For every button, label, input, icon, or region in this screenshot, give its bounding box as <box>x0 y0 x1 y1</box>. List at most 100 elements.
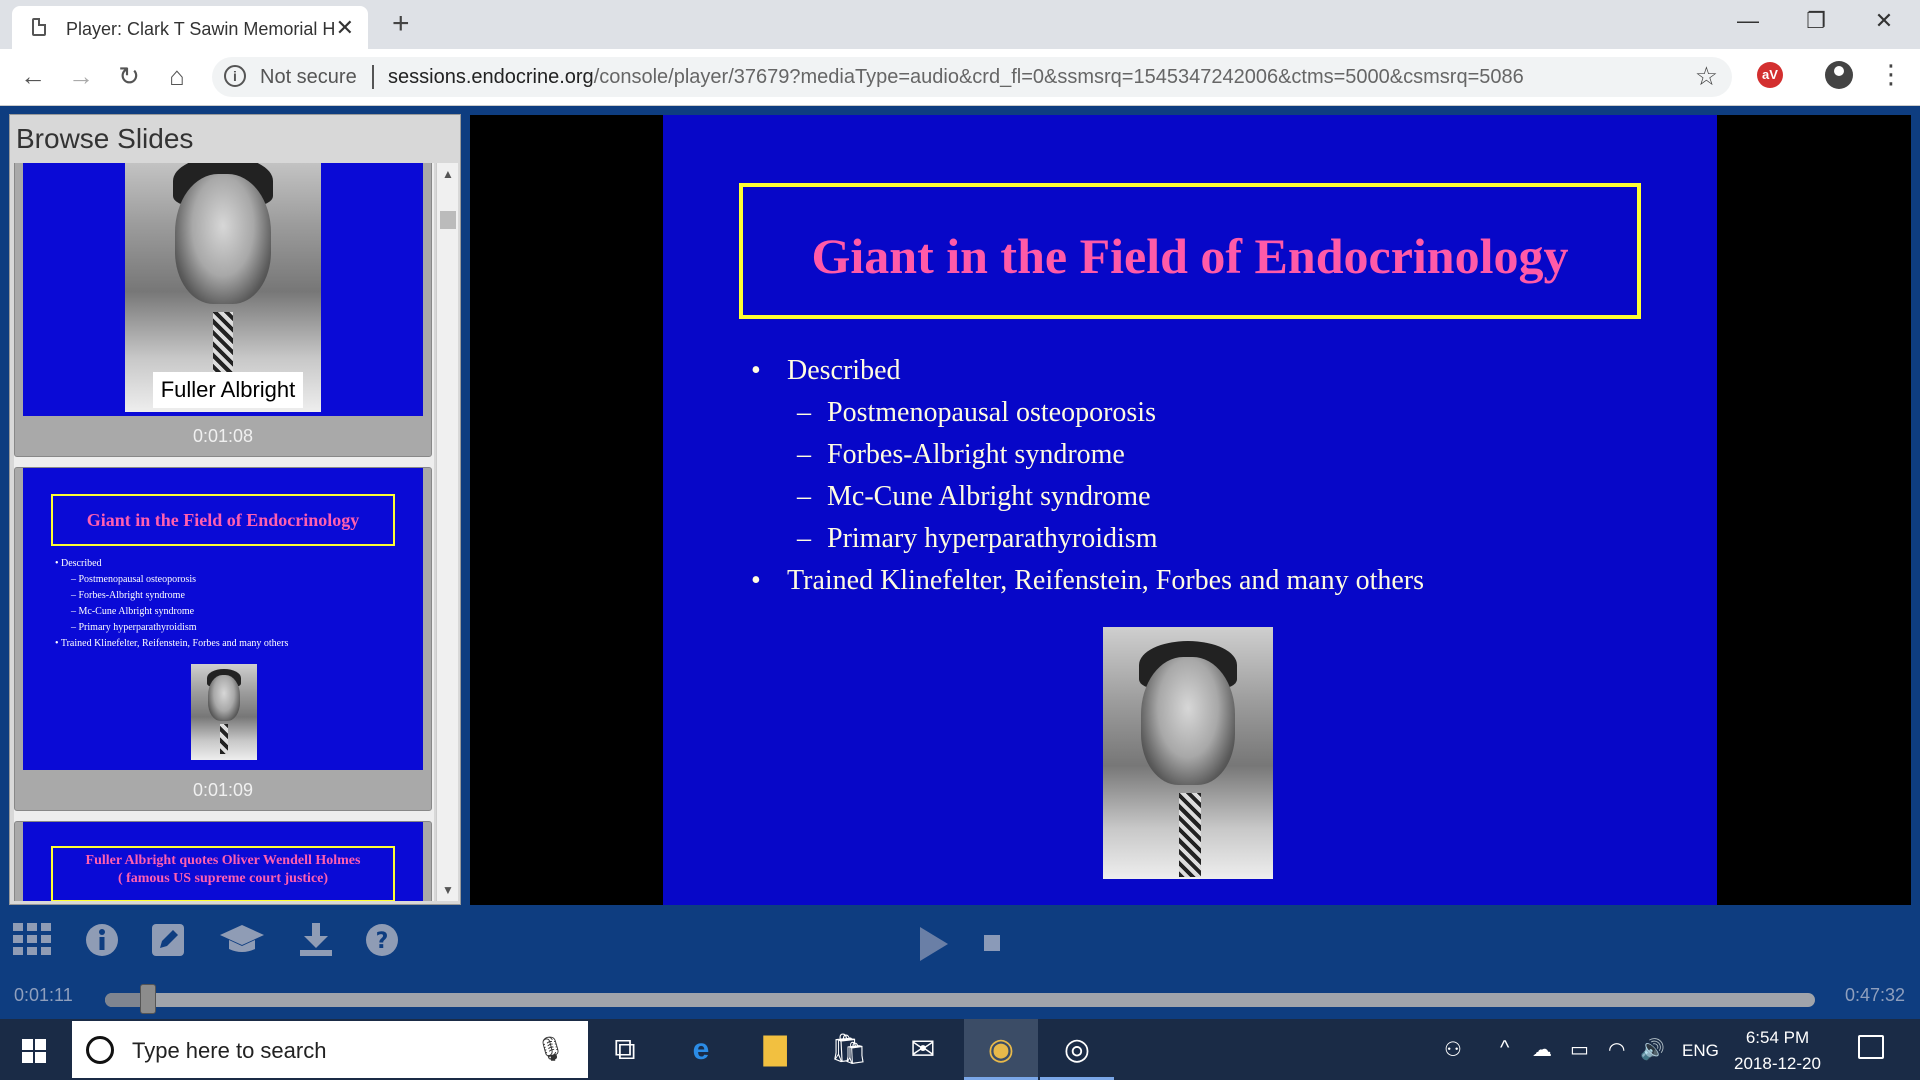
language-indicator[interactable]: ENG <box>1682 1041 1719 1061</box>
scrollbar-thumb[interactable] <box>440 211 456 229</box>
site-info-icon[interactable]: i <box>224 65 246 87</box>
forward-button[interactable]: → <box>64 61 98 92</box>
mail-icon[interactable]: ✉ <box>886 1019 960 1080</box>
profile-avatar-icon[interactable] <box>1825 61 1853 89</box>
current-slide: Giant in the Field of Endocrinology • De… <box>663 115 1717 905</box>
dash-mark: – <box>797 523 811 554</box>
svg-text:?: ? <box>376 929 389 954</box>
volume-icon[interactable]: 🔊 <box>1640 1037 1665 1062</box>
taskbar-clock[interactable]: 6:54 PM 2018-12-20 <box>1734 1025 1821 1077</box>
sub-bullet-text: Postmenopausal osteoporosis <box>827 397 1156 428</box>
thumbnail-scrollbar[interactable]: ▲ ▼ <box>436 163 458 901</box>
slide-thumbnail[interactable]: Giant in the Field of Endocrinology • De… <box>14 467 432 811</box>
thumbnail-slide-image: Giant in the Field of Endocrinology • De… <box>23 468 423 770</box>
browser-toolbar: ← → ↻ ⌂ i Not secure sessions.endocrine.… <box>0 49 1920 106</box>
extension-icon[interactable]: aV <box>1757 62 1783 88</box>
address-bar[interactable]: i Not secure sessions.endocrine.org/cons… <box>212 57 1732 97</box>
browse-slides-title: Browse Slides <box>16 123 194 154</box>
action-center-icon[interactable] <box>1858 1035 1884 1059</box>
address-separator <box>372 65 374 89</box>
dash-mark: – <box>797 397 811 428</box>
tab-close-icon[interactable]: ✕ <box>336 15 354 41</box>
slide-thumbnail[interactable]: Fuller Albright 0:01:08 <box>14 163 432 457</box>
bullet-mark: • <box>751 355 761 386</box>
thumbnail-slide-image: Fuller Albright <box>23 163 423 416</box>
start-button[interactable] <box>22 1039 46 1063</box>
restore-button[interactable]: ❐ <box>1796 8 1836 34</box>
thumbnail-slide-title: Giant in the Field of Endocrinology <box>51 494 395 546</box>
media-player: Browse Slides Fuller Albright 0:01:08 Gi… <box>0 107 1920 1019</box>
slide-title: Giant in the Field of Endocrinology <box>811 228 1569 284</box>
back-button[interactable]: ← <box>16 61 50 92</box>
stop-button[interactable] <box>984 935 1000 951</box>
play-button[interactable] <box>920 927 948 961</box>
groove-music-icon[interactable]: ◎ <box>1040 1019 1114 1080</box>
slide-thumbnail-list[interactable]: Fuller Albright 0:01:08 Giant in the Fie… <box>14 163 434 901</box>
help-icon[interactable]: ? <box>362 923 402 963</box>
home-button[interactable]: ⌂ <box>160 61 194 92</box>
browse-slides-panel: Browse Slides Fuller Albright 0:01:08 Gi… <box>9 114 461 905</box>
tab-title: Player: Clark T Sawin Memorial H <box>66 19 336 39</box>
clock-time: 6:54 PM <box>1745 1028 1810 1047</box>
browser-menu-icon[interactable]: ⋮ <box>1878 59 1904 90</box>
download-icon[interactable] <box>296 923 336 963</box>
portrait-photo <box>191 664 257 760</box>
dash-mark: – <box>797 439 811 470</box>
thumbnail-caption: Fuller Albright <box>153 372 303 408</box>
taskbar-search-box[interactable]: Type here to search 🎙 <box>72 1021 588 1078</box>
wifi-icon[interactable]: ◠ <box>1608 1037 1625 1062</box>
progress-handle[interactable] <box>139 984 156 1014</box>
reload-button[interactable]: ↻ <box>112 61 146 92</box>
battery-icon[interactable]: ▭ <box>1570 1037 1589 1062</box>
microphone-icon[interactable]: 🎙 <box>536 1035 566 1064</box>
thumbnail-bullet: – Postmenopausal osteoporosis <box>71 574 196 585</box>
edge-icon[interactable]: e <box>664 1019 738 1080</box>
scroll-down-arrow-icon[interactable]: ▼ <box>437 883 459 897</box>
bullet-text: Described <box>787 355 901 386</box>
edit-icon[interactable] <box>148 923 188 963</box>
chrome-icon[interactable]: ◉ <box>964 1019 1038 1080</box>
browser-tab-strip: Player: Clark T Sawin Memorial H ✕ + — ❐… <box>0 0 1920 49</box>
bullet-mark: • <box>751 565 761 596</box>
minimize-button[interactable]: — <box>1728 8 1768 34</box>
store-icon[interactable]: 🛍 <box>812 1019 886 1080</box>
thumbnail-time: 0:01:09 <box>192 780 254 800</box>
thumbnail-slide-bullets: • Described – Postmenopausal osteoporosi… <box>55 556 288 652</box>
thumbnail-time: 0:01:08 <box>192 426 254 446</box>
slide-thumbnail[interactable]: Fuller Albright quotes Oliver Wendell Ho… <box>14 821 432 901</box>
grid-icon[interactable] <box>12 923 52 963</box>
scroll-up-arrow-icon[interactable]: ▲ <box>437 167 459 181</box>
new-tab-button[interactable]: + <box>392 7 410 41</box>
thumbnail-title-line: Fuller Albright quotes Oliver Wendell Ho… <box>85 853 361 868</box>
document-icon <box>32 18 46 36</box>
player-controls: ? 0:01:11 0:47:32 <box>0 905 1920 1019</box>
thumbnail-bullet: • Trained Klinefelter, Reifenstein, Forb… <box>55 638 289 649</box>
show-hidden-icons-icon[interactable]: ^ <box>1500 1037 1509 1060</box>
thumbnail-slide-title: Fuller Albright quotes Oliver Wendell Ho… <box>51 846 395 901</box>
cortana-icon[interactable] <box>86 1036 114 1064</box>
info-icon[interactable] <box>82 923 122 963</box>
close-window-button[interactable]: ✕ <box>1864 8 1904 34</box>
task-view-icon[interactable]: ⧉ <box>588 1019 662 1080</box>
url-host: sessions.endocrine.org <box>388 66 594 88</box>
people-icon[interactable]: ⚇ <box>1444 1037 1462 1062</box>
sub-bullet-text: Primary hyperparathyroidism <box>827 523 1158 554</box>
graduation-cap-icon[interactable] <box>218 923 266 963</box>
progress-track[interactable] <box>105 993 1815 1007</box>
url-text[interactable]: sessions.endocrine.org/console/player/37… <box>388 66 1524 89</box>
security-label[interactable]: Not secure <box>260 66 357 89</box>
dash-mark: – <box>797 481 811 512</box>
slide-title-box: Giant in the Field of Endocrinology <box>739 183 1641 319</box>
bullet-text: Trained Klinefelter, Reifenstein, Forbes… <box>787 565 1425 596</box>
thumbnail-slide-image: Fuller Albright quotes Oliver Wendell Ho… <box>23 822 423 901</box>
file-explorer-icon[interactable]: ▇ <box>738 1019 812 1080</box>
thumbnail-bullet: • Described <box>55 558 102 569</box>
bookmark-star-icon[interactable]: ☆ <box>1695 61 1718 92</box>
thumbnail-title-line: ( famous US supreme court justice) <box>117 871 329 886</box>
onedrive-cloud-icon[interactable]: ☁ <box>1532 1037 1552 1062</box>
slide-stage: Giant in the Field of Endocrinology • De… <box>470 115 1911 905</box>
browser-tab[interactable]: Player: Clark T Sawin Memorial H ✕ <box>12 6 368 49</box>
search-placeholder: Type here to search <box>132 1038 327 1063</box>
thumbnail-bullet: – Forbes-Albright syndrome <box>71 590 185 601</box>
thumbnail-bullet: – Primary hyperparathyroidism <box>71 622 197 633</box>
